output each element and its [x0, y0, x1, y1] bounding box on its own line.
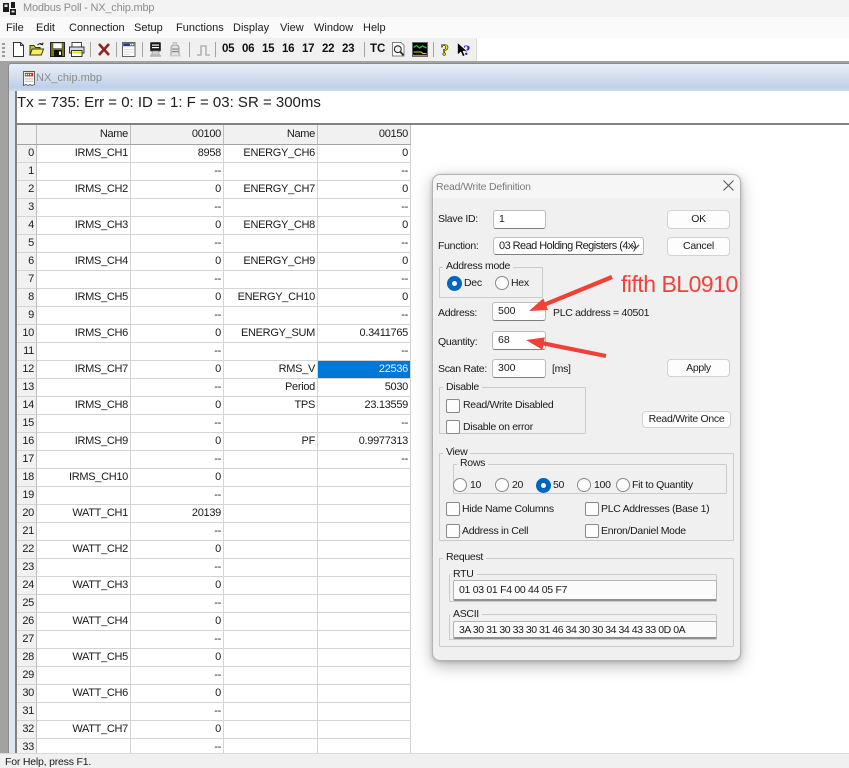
- svg-text:?: ?: [441, 42, 450, 58]
